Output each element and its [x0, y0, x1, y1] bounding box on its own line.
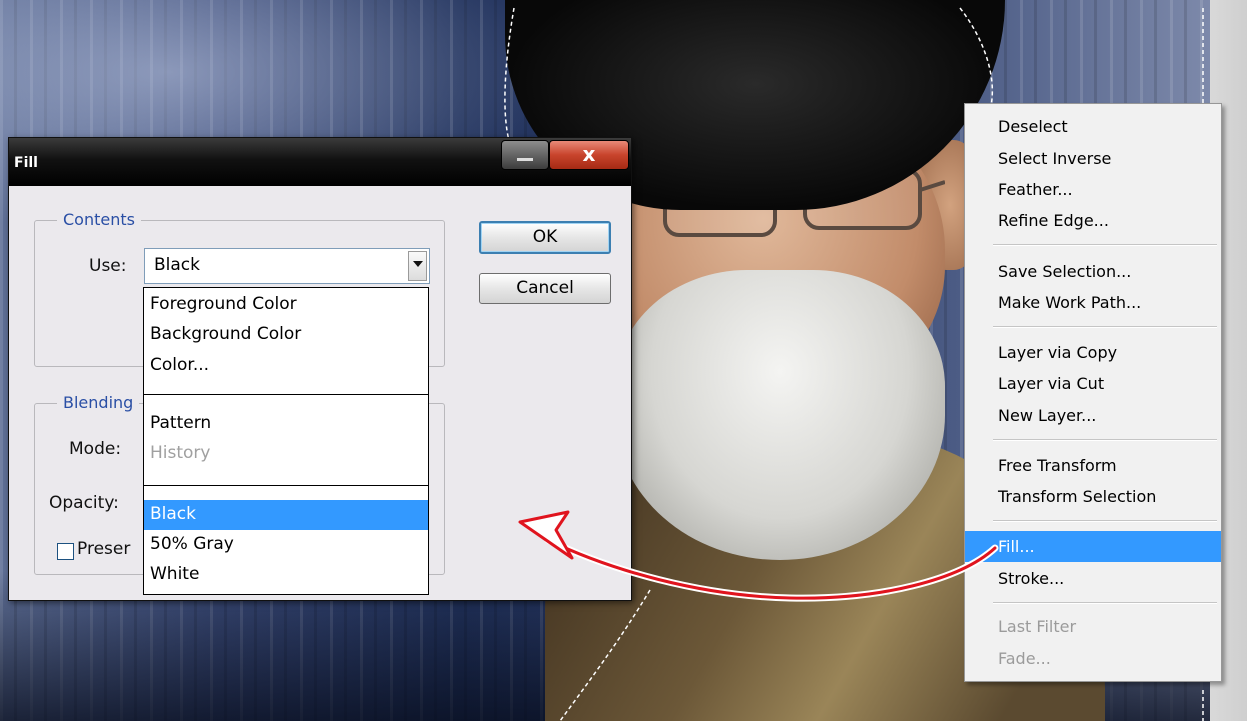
curved-arrow-icon: [518, 510, 999, 602]
